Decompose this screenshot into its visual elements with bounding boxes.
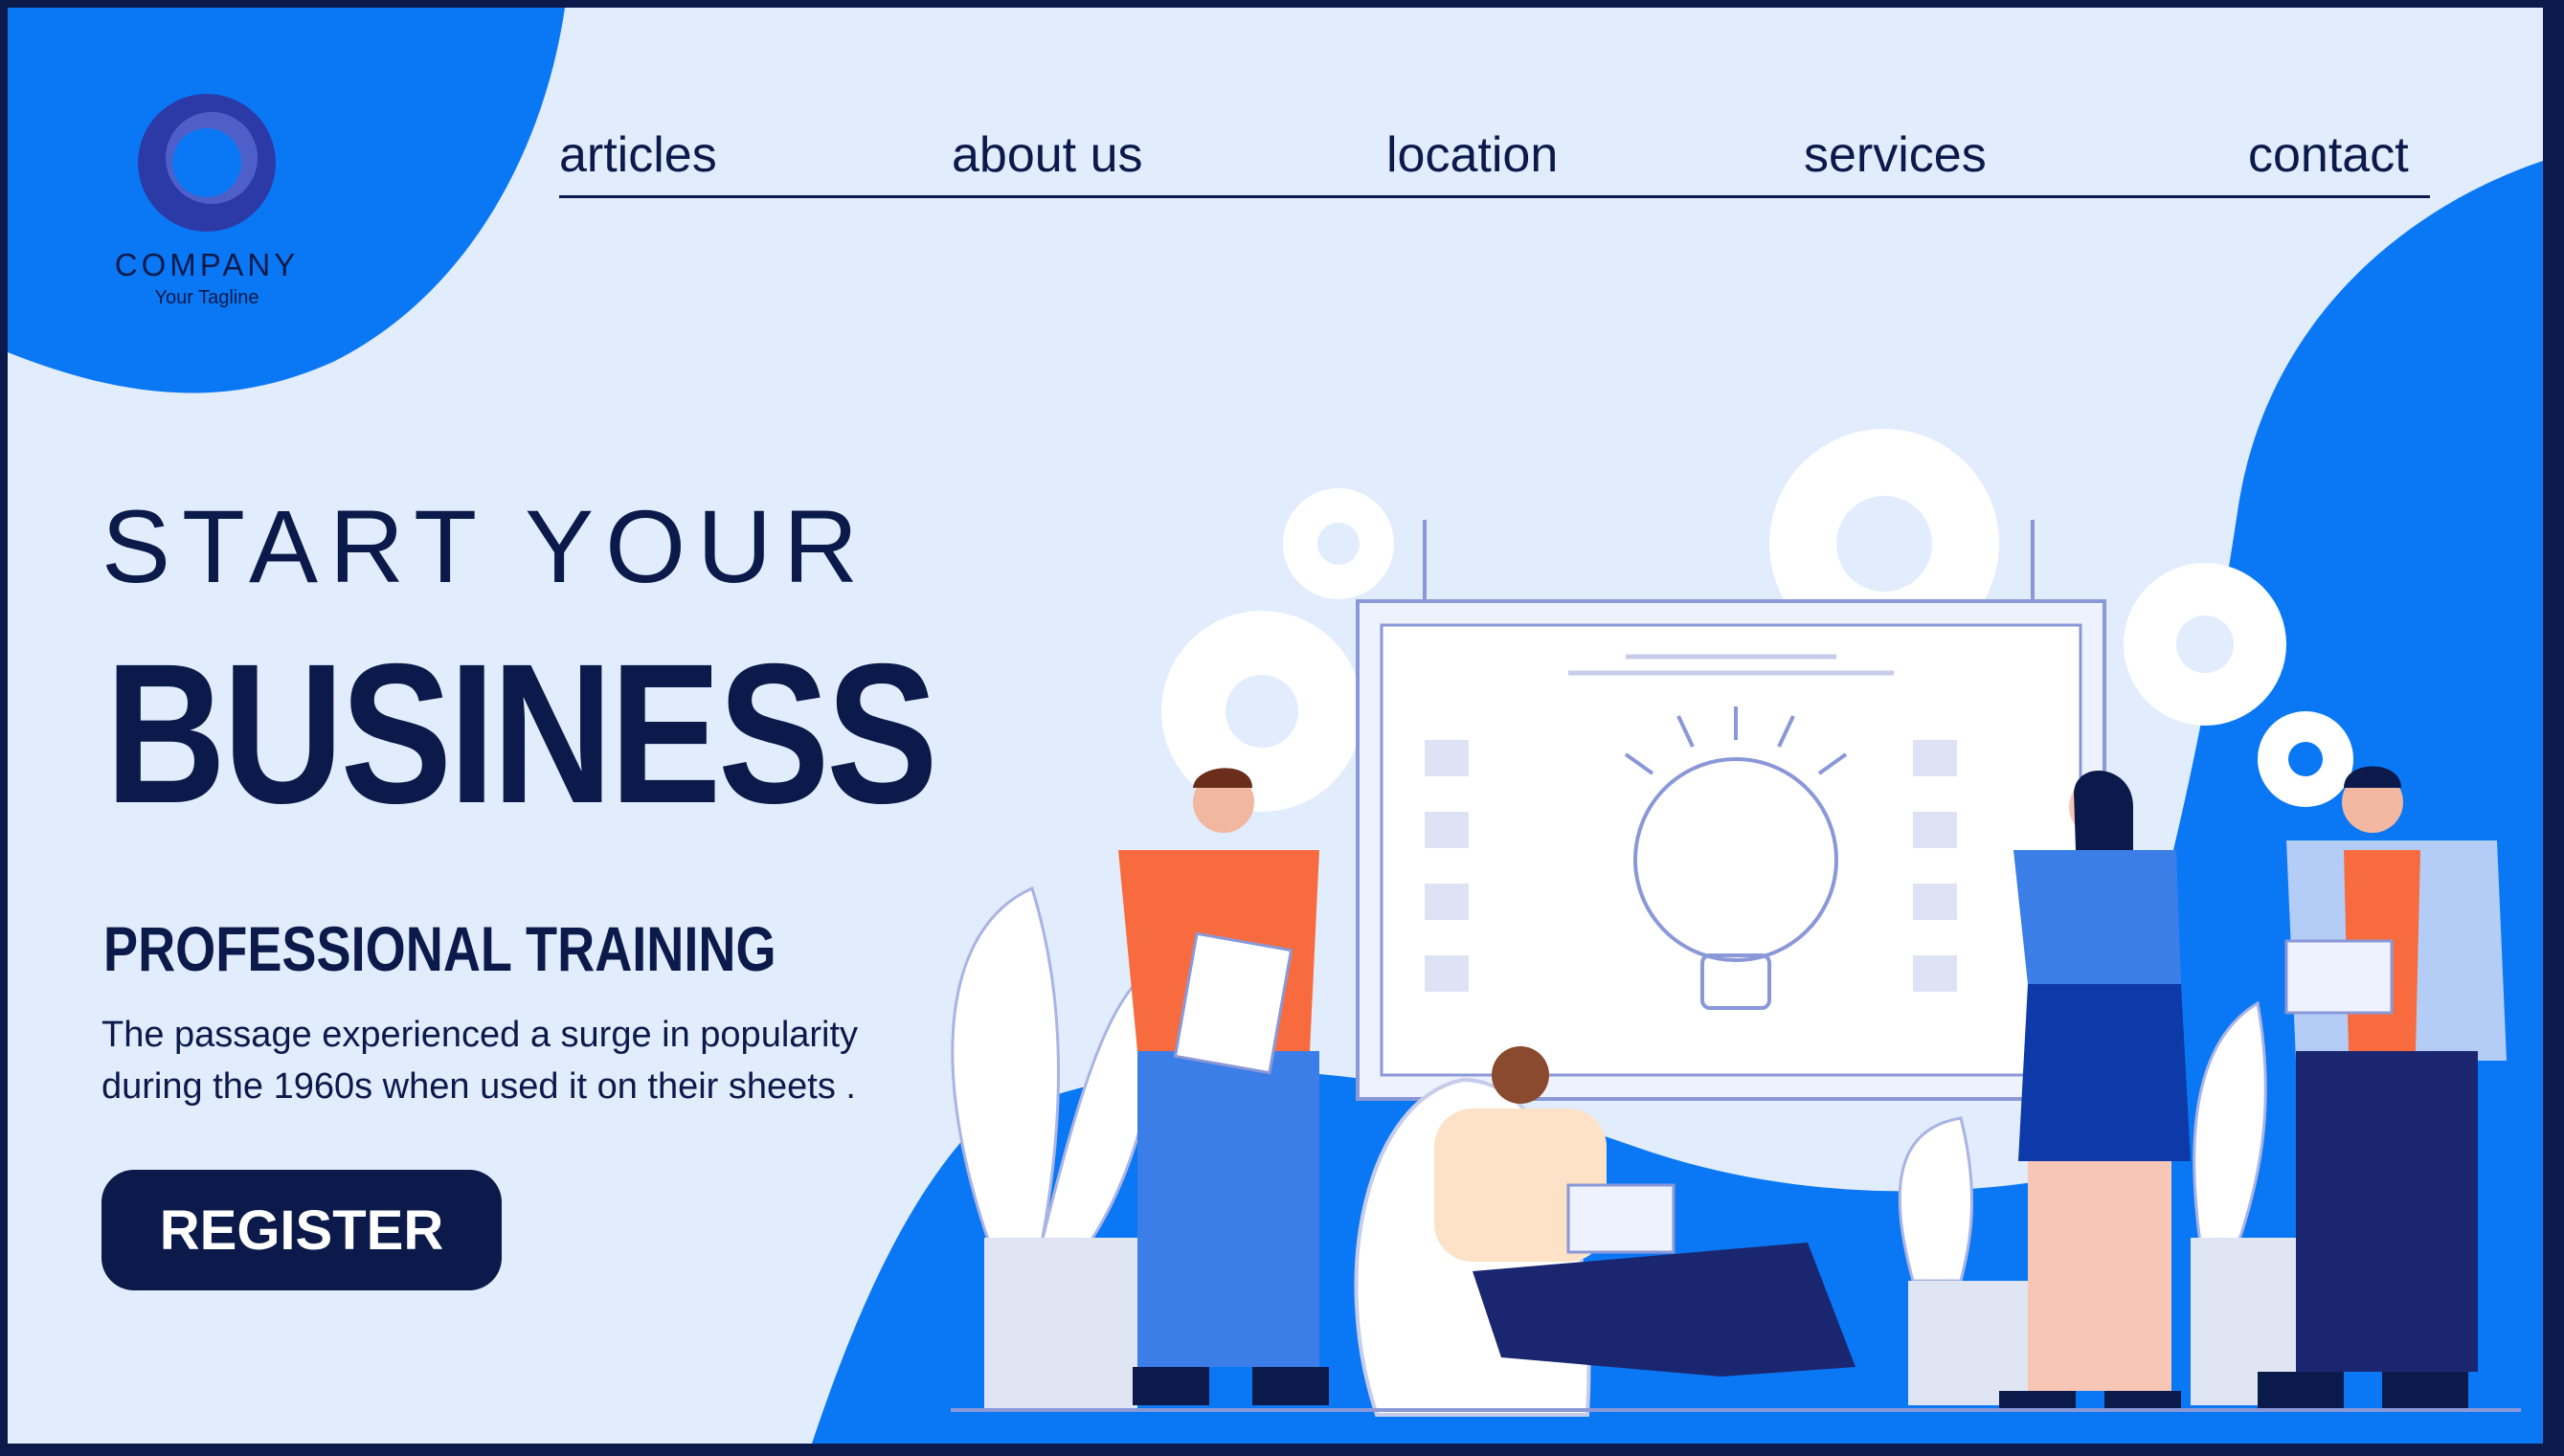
whiteboard [1356,520,2106,1101]
person-orange-shirt [1118,768,1329,1405]
plant-left [951,885,1160,1410]
page-frame: COMPANY Your Tagline articles about us l… [8,8,2543,1444]
gear-icon [1283,488,1394,599]
gear-icon [2258,711,2353,807]
person-blue-dress [1999,771,2191,1410]
person-sitting [1354,1046,1856,1417]
hero-illustration [951,429,2521,1417]
gear-icon [1161,611,1362,812]
gear-icon [2124,563,2286,726]
